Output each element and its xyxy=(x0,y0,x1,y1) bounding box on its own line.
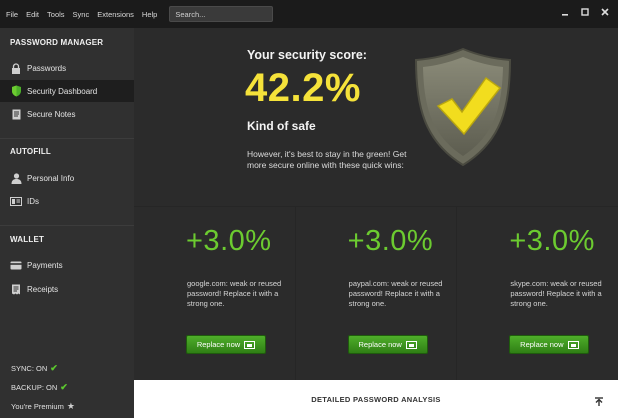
credit-card-icon xyxy=(10,259,22,271)
menu-extensions[interactable]: Extensions xyxy=(93,10,138,19)
quick-wins: +3.0% google.com: weak or reused passwor… xyxy=(134,206,618,380)
premium-status-label: You're Premium xyxy=(11,402,64,411)
replace-now-label: Replace now xyxy=(196,340,241,349)
menu-file[interactable]: File xyxy=(0,10,22,19)
premium-status: You're Premium ★ xyxy=(11,401,75,412)
score-message: However, it's best to stay in the green!… xyxy=(247,149,407,170)
quick-win-description: skype.com: weak or reused password! Repl… xyxy=(510,279,602,308)
person-icon xyxy=(10,172,22,184)
id-card-icon xyxy=(10,195,22,207)
menu-sync[interactable]: Sync xyxy=(69,10,94,19)
backup-status-label: BACKUP: ON xyxy=(11,383,58,392)
detailed-analysis-bar[interactable]: DETAILED PASSWORD ANALYSIS xyxy=(134,380,618,418)
menu-help[interactable]: Help xyxy=(138,10,161,19)
expand-up-icon[interactable] xyxy=(594,394,604,406)
menu-tools[interactable]: Tools xyxy=(43,10,69,19)
security-dashboard: Your security score: 42.2% Kind of safe … xyxy=(134,28,618,380)
window-icon xyxy=(244,340,256,349)
quick-win-card: +3.0% google.com: weak or reused passwor… xyxy=(134,207,296,380)
replace-now-button[interactable]: Replace now xyxy=(186,335,266,354)
sync-status: SYNC: ON ✔ xyxy=(11,363,58,374)
replace-now-button[interactable]: Replace now xyxy=(509,335,590,354)
minimize-icon[interactable] xyxy=(558,6,572,18)
quick-win-percent: +3.0% xyxy=(509,225,595,257)
score-level: Kind of safe xyxy=(247,119,316,133)
sidebar-item-label: Receipts xyxy=(27,284,59,294)
check-icon: ✔ xyxy=(60,382,68,392)
note-icon xyxy=(10,108,22,120)
divider xyxy=(0,138,134,139)
window-icon xyxy=(567,340,579,349)
receipt-icon xyxy=(10,283,22,295)
title-bar: File Edit Tools Sync Extensions Help xyxy=(0,0,618,28)
close-icon[interactable] xyxy=(598,6,612,18)
sidebar-item-security-dashboard[interactable]: Security Dashboard xyxy=(0,80,134,102)
quick-win-percent: +3.0% xyxy=(186,225,272,257)
sidebar-item-label: Personal Info xyxy=(27,173,75,183)
replace-now-label: Replace now xyxy=(358,340,402,349)
sidebar-item-payments[interactable]: Payments xyxy=(0,254,134,276)
sync-status-label: SYNC: ON xyxy=(11,364,48,373)
star-icon: ★ xyxy=(66,401,75,411)
replace-now-button[interactable]: Replace now xyxy=(347,335,428,354)
backup-status: BACKUP: ON ✔ xyxy=(11,382,68,393)
section-heading-password-manager: PASSWORD MANAGER xyxy=(10,38,104,47)
shield-icon xyxy=(10,85,22,97)
sidebar-item-label: Payments xyxy=(27,260,63,270)
sidebar-item-receipts[interactable]: Receipts xyxy=(0,278,134,300)
menu-edit[interactable]: Edit xyxy=(22,10,43,19)
window-controls xyxy=(558,6,612,18)
sidebar-item-secure-notes[interactable]: Secure Notes xyxy=(0,103,134,125)
sidebar-item-passwords[interactable]: Passwords xyxy=(0,57,134,79)
quick-win-card: +3.0% paypal.com: weak or reused passwor… xyxy=(296,207,458,380)
lock-icon xyxy=(10,62,22,74)
score-title: Your security score: xyxy=(247,48,367,62)
sidebar: PASSWORD MANAGER Passwords Security Dash… xyxy=(0,28,134,418)
quick-win-description: paypal.com: weak or reused password! Rep… xyxy=(348,279,443,308)
sidebar-item-label: Passwords xyxy=(27,63,67,73)
sidebar-item-label: Security Dashboard xyxy=(27,86,98,96)
sidebar-item-label: Secure Notes xyxy=(27,109,76,119)
window-icon xyxy=(405,340,417,349)
security-shield-icon xyxy=(412,46,514,173)
score-value: 42.2% xyxy=(245,66,361,110)
detailed-analysis-label: DETAILED PASSWORD ANALYSIS xyxy=(311,394,441,404)
section-heading-wallet: WALLET xyxy=(10,235,45,244)
divider xyxy=(0,225,134,226)
replace-now-label: Replace now xyxy=(520,340,564,349)
section-heading-autofill: AUTOFILL xyxy=(10,147,52,156)
check-icon: ✔ xyxy=(50,363,58,373)
quick-win-percent: +3.0% xyxy=(347,225,434,257)
maximize-icon[interactable] xyxy=(578,6,592,18)
search-input[interactable] xyxy=(169,6,274,22)
sidebar-item-ids[interactable]: IDs xyxy=(0,190,134,212)
quick-win-description: google.com: weak or reused password! Rep… xyxy=(187,279,282,308)
quick-win-card: +3.0% skype.com: weak or reused password… xyxy=(457,207,618,380)
sidebar-item-label: IDs xyxy=(27,196,39,206)
sidebar-item-personal-info[interactable]: Personal Info xyxy=(0,167,134,189)
